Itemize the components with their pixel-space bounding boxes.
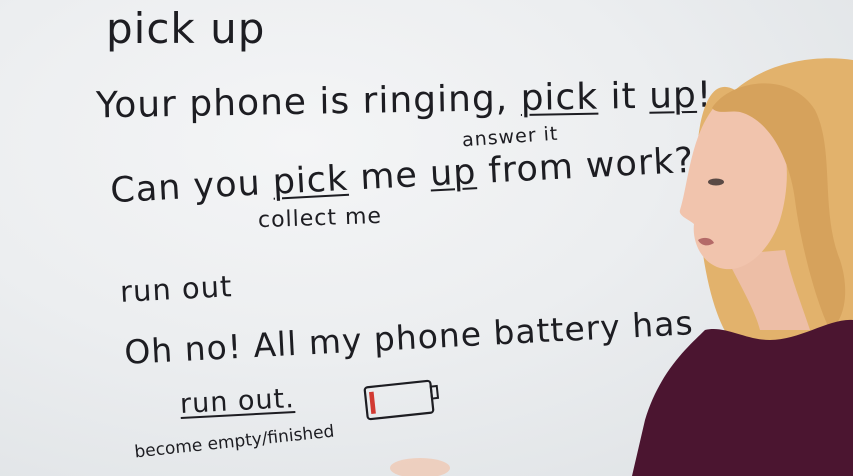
sweater [632, 319, 853, 476]
presenter [390, 58, 853, 476]
eye [708, 178, 724, 186]
hand [390, 458, 450, 476]
whiteboard: pick up Your phone is ringing, pick it u… [0, 0, 853, 476]
